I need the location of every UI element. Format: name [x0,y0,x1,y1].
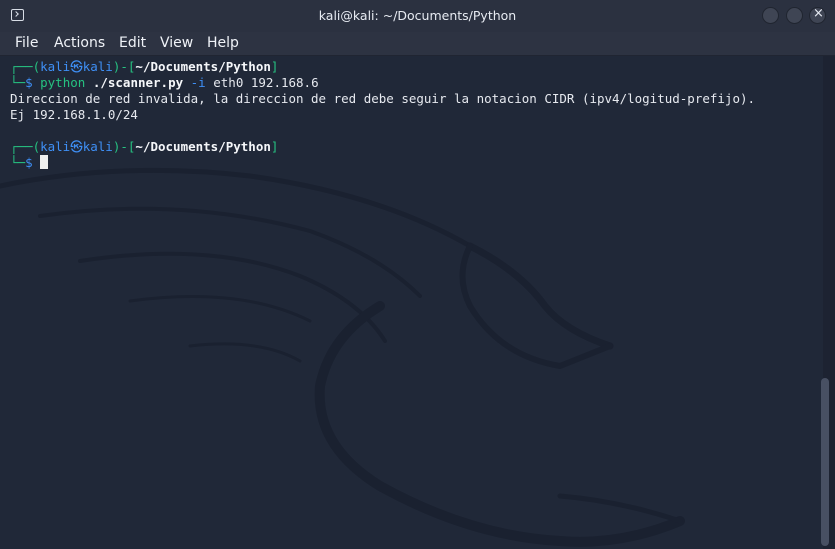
maximize-button[interactable] [786,7,803,24]
prompt-at: ㉿ [70,139,83,154]
menu-file[interactable]: File [15,35,38,51]
menu-help[interactable]: Help [207,35,239,51]
prompt-corner: └─ [10,75,26,90]
prompt-close: ] [270,139,279,154]
prompt-mid: )-[ [112,59,136,74]
prompt-host: kali [82,59,113,74]
prompt-path: ~/Documents/Python [135,139,271,154]
window-title: kali@kali: ~/Documents/Python [318,8,517,23]
prompt-line-2: ┌──(kali㉿kali)-[~/Documents/Python] [10,139,278,155]
input-line[interactable]: └─$ [10,155,49,171]
prompt-dollar: $ [25,75,33,90]
close-button[interactable]: × [809,6,826,24]
prompt-user: kali [40,139,71,154]
terminal-window: kali@kali: ~/Documents/Python × File Act… [0,0,835,549]
text-cursor [40,155,49,169]
scrollbar-thumb[interactable] [821,378,829,546]
command-line: └─$ python ./scanner.py -i eth0 192.168.… [10,75,319,91]
menu-edit[interactable]: Edit [119,35,146,51]
prompt-path: ~/Documents/Python [135,59,271,74]
prompt-user: kali [40,59,71,74]
command-flag: -i [190,75,206,90]
close-icon: × [813,6,824,21]
prompt-open: ┌──( [10,139,41,154]
menu-view[interactable]: View [160,35,193,51]
command-script: ./scanner.py [92,75,184,90]
prompt-line-1: ┌──(kali㉿kali)-[~/Documents/Python] [10,59,278,75]
output-line: Ej 192.168.1.0/24 [10,107,138,122]
terminal-output-area[interactable]: ┌──(kali㉿kali)-[~/Documents/Python] └─$ … [0,56,823,549]
output-line: Direccion de red invalida, la direccion … [10,91,756,106]
menu-bar: File Actions Edit View Help [0,32,835,56]
prompt-close: ] [270,59,279,74]
command-program: python [40,75,86,90]
title-bar[interactable]: kali@kali: ~/Documents/Python × [0,0,835,33]
prompt-at: ㉿ [70,59,83,74]
kali-dragon-logo [0,167,685,547]
minimize-button[interactable] [762,7,779,24]
menu-actions[interactable]: Actions [54,35,105,51]
prompt-host: kali [82,139,113,154]
prompt-corner: └─ [10,155,26,170]
prompt-open: ┌──( [10,59,41,74]
command-args: eth0 192.168.6 [213,75,319,90]
prompt-mid: )-[ [112,139,136,154]
prompt-dollar: $ [25,155,33,170]
